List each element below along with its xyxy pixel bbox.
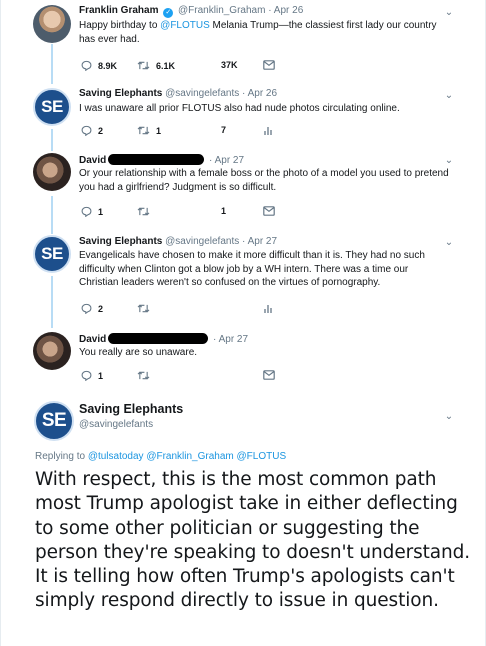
avatar[interactable]: SE <box>33 88 71 126</box>
main-tweet-text: With respect, this is the most common pa… <box>35 469 471 612</box>
reply-icon <box>81 125 92 136</box>
thread-line <box>51 44 53 84</box>
like-button[interactable]: 1 <box>221 206 226 216</box>
redacted-handle <box>108 333 209 344</box>
tweet-date[interactable]: Apr 26 <box>248 88 277 99</box>
reply-button[interactable]: 1 <box>81 206 103 217</box>
tweet-header: David · Apr 27 <box>79 154 245 166</box>
thread-line <box>51 129 53 151</box>
analytics-icon <box>264 305 272 313</box>
author-name[interactable]: David <box>79 155 106 166</box>
timeline-frame: Franklin Graham ✓ @Franklin_Graham · Apr… <box>0 0 486 646</box>
retweet-button[interactable] <box>137 370 156 381</box>
reply-button[interactable]: 2 <box>81 303 103 314</box>
thread-line <box>51 196 53 234</box>
main-author-handle[interactable]: @savingelefants <box>79 419 153 430</box>
tweet-header: Franklin Graham ✓ @Franklin_Graham · Apr… <box>79 5 304 18</box>
tweet-date[interactable]: Apr 26 <box>274 5 303 16</box>
analytics-button[interactable] <box>263 303 273 314</box>
author-handle[interactable]: @savingelefants <box>165 88 239 99</box>
tweet-text: Happy birthday to @FLOTUS Melania Trump—… <box>79 20 437 45</box>
redacted-handle <box>108 154 205 165</box>
replying-to: Replying to @tulsatoday @Franklin_Graham… <box>35 451 287 462</box>
retweet-button[interactable]: 6.1K <box>137 60 175 71</box>
tweet-date[interactable]: Apr 27 <box>219 334 248 345</box>
message-button[interactable] <box>263 60 275 70</box>
author-handle[interactable]: @Franklin_Graham <box>178 5 265 16</box>
reply-button[interactable]: 8.9K <box>81 60 117 71</box>
message-icon <box>263 206 275 216</box>
avatar[interactable] <box>33 5 71 43</box>
retweet-button[interactable] <box>137 303 156 314</box>
retweet-icon <box>137 126 150 135</box>
replying-mentions[interactable]: @tulsatoday @Franklin_Graham @FLOTUS <box>88 451 286 462</box>
author-handle[interactable]: @savingelefants <box>165 236 239 247</box>
tweet-text: Evangelicals have chosen to make it more… <box>79 250 425 288</box>
message-button[interactable] <box>263 206 275 216</box>
tweet-text: I was unaware all prior FLOTUS also had … <box>79 103 400 114</box>
reply-icon <box>81 303 92 314</box>
like-button[interactable]: 37K <box>221 60 238 70</box>
analytics-icon <box>264 127 272 135</box>
chevron-down-icon[interactable]: ⌄ <box>443 7 455 19</box>
like-button[interactable]: 7 <box>221 125 226 135</box>
retweet-icon <box>137 207 150 216</box>
retweet-icon <box>137 304 150 313</box>
chevron-down-icon[interactable]: ⌄ <box>443 411 455 423</box>
author-name[interactable]: Saving Elephants <box>79 88 162 99</box>
analytics-button[interactable] <box>263 125 273 136</box>
tweet-date[interactable]: Apr 27 <box>215 155 244 166</box>
mention-link[interactable]: @FLOTUS <box>160 20 210 31</box>
verified-icon: ✓ <box>163 8 174 18</box>
avatar[interactable] <box>33 332 71 370</box>
tweet-text: Or your relationship with a female boss … <box>79 168 449 193</box>
tweet-text: You really are so unaware. <box>79 347 198 358</box>
chevron-down-icon[interactable]: ⌄ <box>443 155 455 167</box>
tweet-header: Saving Elephants @savingelefants · Apr 2… <box>79 88 278 99</box>
reply-button[interactable]: 1 <box>81 370 103 381</box>
retweet-button[interactable] <box>137 206 156 217</box>
thread-line <box>51 276 53 328</box>
message-icon <box>263 60 275 70</box>
avatar[interactable] <box>33 153 71 191</box>
tweet-header: David · Apr 27 <box>79 333 249 345</box>
tweet-date[interactable]: Apr 27 <box>248 236 277 247</box>
author-name[interactable]: David <box>79 334 106 345</box>
main-author-name[interactable]: Saving Elephants <box>79 402 183 416</box>
retweet-icon <box>137 61 150 70</box>
message-icon <box>263 370 275 380</box>
retweet-icon <box>137 371 150 380</box>
author-name[interactable]: Saving Elephants <box>79 236 162 247</box>
avatar[interactable]: SE <box>34 401 74 441</box>
chevron-down-icon[interactable]: ⌄ <box>443 237 455 249</box>
message-button[interactable] <box>263 370 275 380</box>
reply-button[interactable]: 2 <box>81 125 103 136</box>
avatar[interactable]: SE <box>33 235 71 273</box>
author-name[interactable]: Franklin Graham <box>79 5 158 16</box>
reply-icon <box>81 370 92 381</box>
retweet-button[interactable]: 1 <box>137 125 161 136</box>
chevron-down-icon[interactable]: ⌄ <box>443 90 455 102</box>
tweet-header: Saving Elephants @savingelefants · Apr 2… <box>79 236 278 247</box>
reply-icon <box>81 60 92 71</box>
reply-icon <box>81 206 92 217</box>
